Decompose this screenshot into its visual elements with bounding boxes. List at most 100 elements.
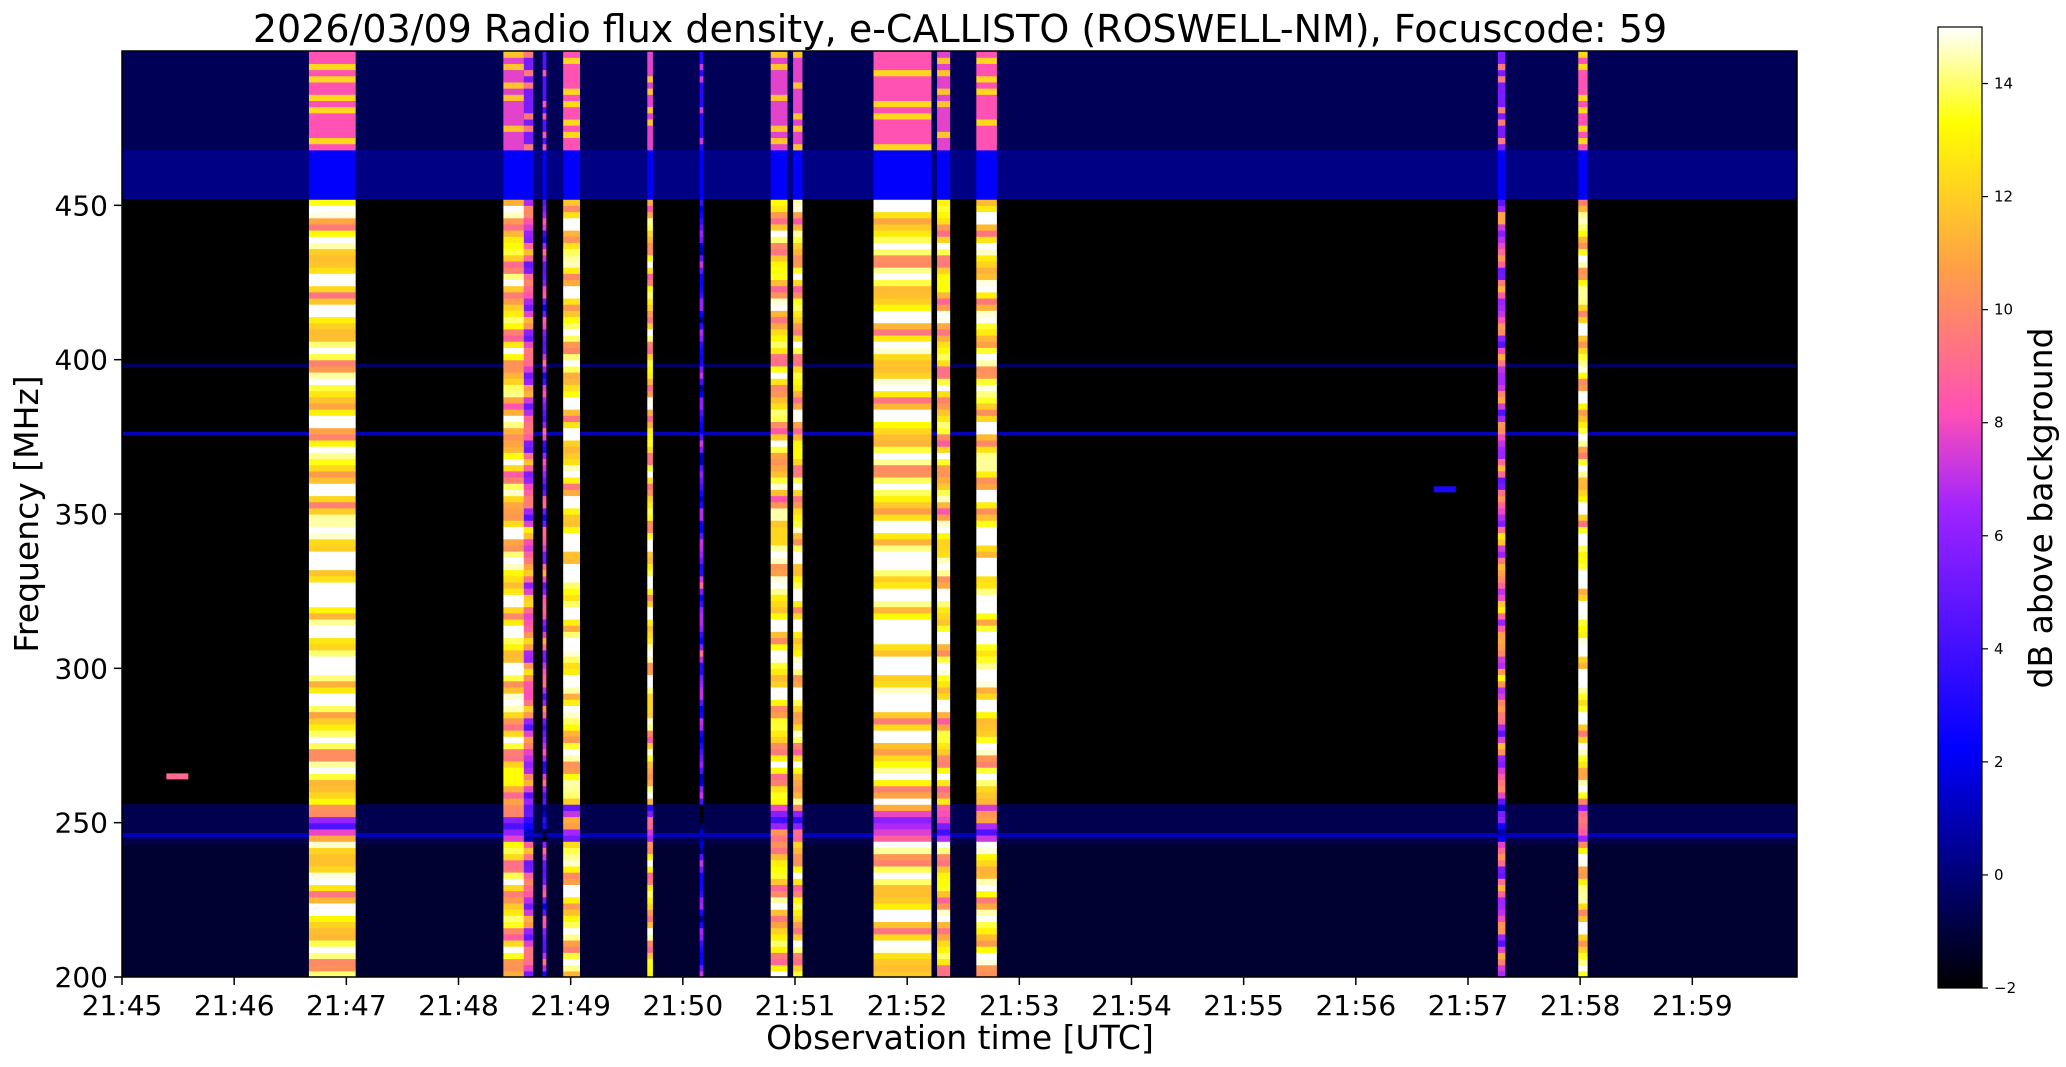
burst-cell (873, 125, 932, 132)
burst-cell (699, 378, 704, 385)
burst-cell (937, 112, 951, 120)
burst-cell (563, 230, 581, 237)
burst-cell (308, 291, 356, 299)
burst-cell (699, 248, 704, 256)
burst-cell (542, 458, 547, 466)
burst-cell (503, 581, 524, 589)
burst-cell (647, 267, 653, 274)
burst-cell (503, 915, 524, 923)
burst-cell (542, 921, 547, 929)
burst-cell (976, 378, 997, 385)
burst-cell (563, 847, 581, 855)
burst-cell (770, 112, 788, 120)
burst-cell (503, 217, 524, 225)
burst-cell (793, 495, 803, 503)
burst-cell (523, 186, 534, 194)
burst-cell (699, 804, 704, 811)
burst-cell (1578, 686, 1588, 694)
burst-cell (873, 859, 932, 867)
burst-cell (503, 495, 524, 503)
burst-cell (563, 835, 581, 842)
burst-cell (1578, 828, 1588, 836)
burst-cell (1578, 476, 1588, 484)
burst-cell (647, 464, 653, 472)
burst-cell (308, 865, 356, 873)
burst-cell (1578, 205, 1588, 213)
burst-cell (1497, 51, 1506, 58)
background-band (122, 804, 1797, 845)
burst-cell (873, 100, 932, 108)
burst-cell (542, 557, 547, 564)
burst-cell (523, 643, 534, 651)
burst-cell (308, 736, 356, 744)
burst-cell (308, 600, 356, 608)
burst-cell (770, 483, 788, 490)
burst-cell (937, 260, 951, 268)
burst-cell (542, 693, 547, 700)
burst-cell (793, 569, 803, 577)
burst-cell (937, 489, 951, 497)
burst-cell (542, 680, 547, 688)
burst-cell (976, 526, 997, 534)
burst-cell (937, 51, 951, 58)
burst-cell (523, 859, 534, 867)
burst-cell (503, 353, 524, 361)
burst-cell (308, 501, 356, 509)
burst-cell (1578, 662, 1588, 669)
colorbar-tick-label: 14 (1994, 75, 2013, 93)
burst-cell (542, 594, 547, 602)
burst-cell (793, 427, 803, 435)
burst-cell (699, 581, 704, 589)
burst-cell (873, 643, 932, 651)
burst-cell (793, 310, 803, 318)
burst-cell (699, 143, 704, 151)
burst-cell (647, 853, 653, 861)
burst-cell (308, 933, 356, 941)
burst-cell (523, 581, 534, 589)
burst-cell (770, 921, 788, 929)
burst-cell (1497, 964, 1506, 972)
burst-cell (523, 736, 534, 744)
burst-cell (542, 51, 547, 58)
burst-cell (1497, 816, 1506, 824)
burst-cell (503, 717, 524, 725)
burst-cell (542, 964, 547, 972)
burst-cell (699, 594, 704, 602)
burst-cell (699, 711, 704, 719)
burst-cell (308, 427, 356, 435)
burst-cell (1578, 958, 1588, 966)
burst-cell (976, 581, 997, 589)
burst-cell (699, 205, 704, 213)
burst-cell (976, 230, 997, 237)
burst-cell (503, 162, 524, 169)
burst-cell (563, 285, 581, 293)
burst-cell (308, 723, 356, 731)
burst-cell (542, 674, 547, 682)
burst-cell (503, 409, 524, 416)
burst-cell (699, 316, 704, 324)
burst-cell (770, 581, 788, 589)
burst-cell (976, 106, 997, 114)
burst-cell (647, 421, 653, 429)
burst-cell (647, 285, 653, 293)
burst-cell (1497, 544, 1506, 552)
burst-cell (1497, 396, 1506, 404)
burst-cell (647, 514, 653, 521)
burst-cell (793, 847, 803, 855)
burst-cell (1578, 760, 1588, 768)
burst-cell (308, 668, 356, 676)
x-tick-label: 21:46 (194, 989, 275, 1022)
burst-cell (523, 810, 534, 818)
burst-cell (770, 223, 788, 231)
burst-cell (793, 594, 803, 602)
burst-cell (503, 125, 524, 132)
burst-cell (873, 520, 932, 527)
burst-cell (770, 452, 788, 460)
x-tick-label: 21:50 (642, 989, 723, 1022)
burst-cell (976, 260, 997, 268)
burst-cell (503, 865, 524, 873)
burst-cell (699, 291, 704, 299)
burst-cell (542, 896, 547, 904)
burst-cell (563, 279, 581, 287)
burst-cell (699, 662, 704, 669)
